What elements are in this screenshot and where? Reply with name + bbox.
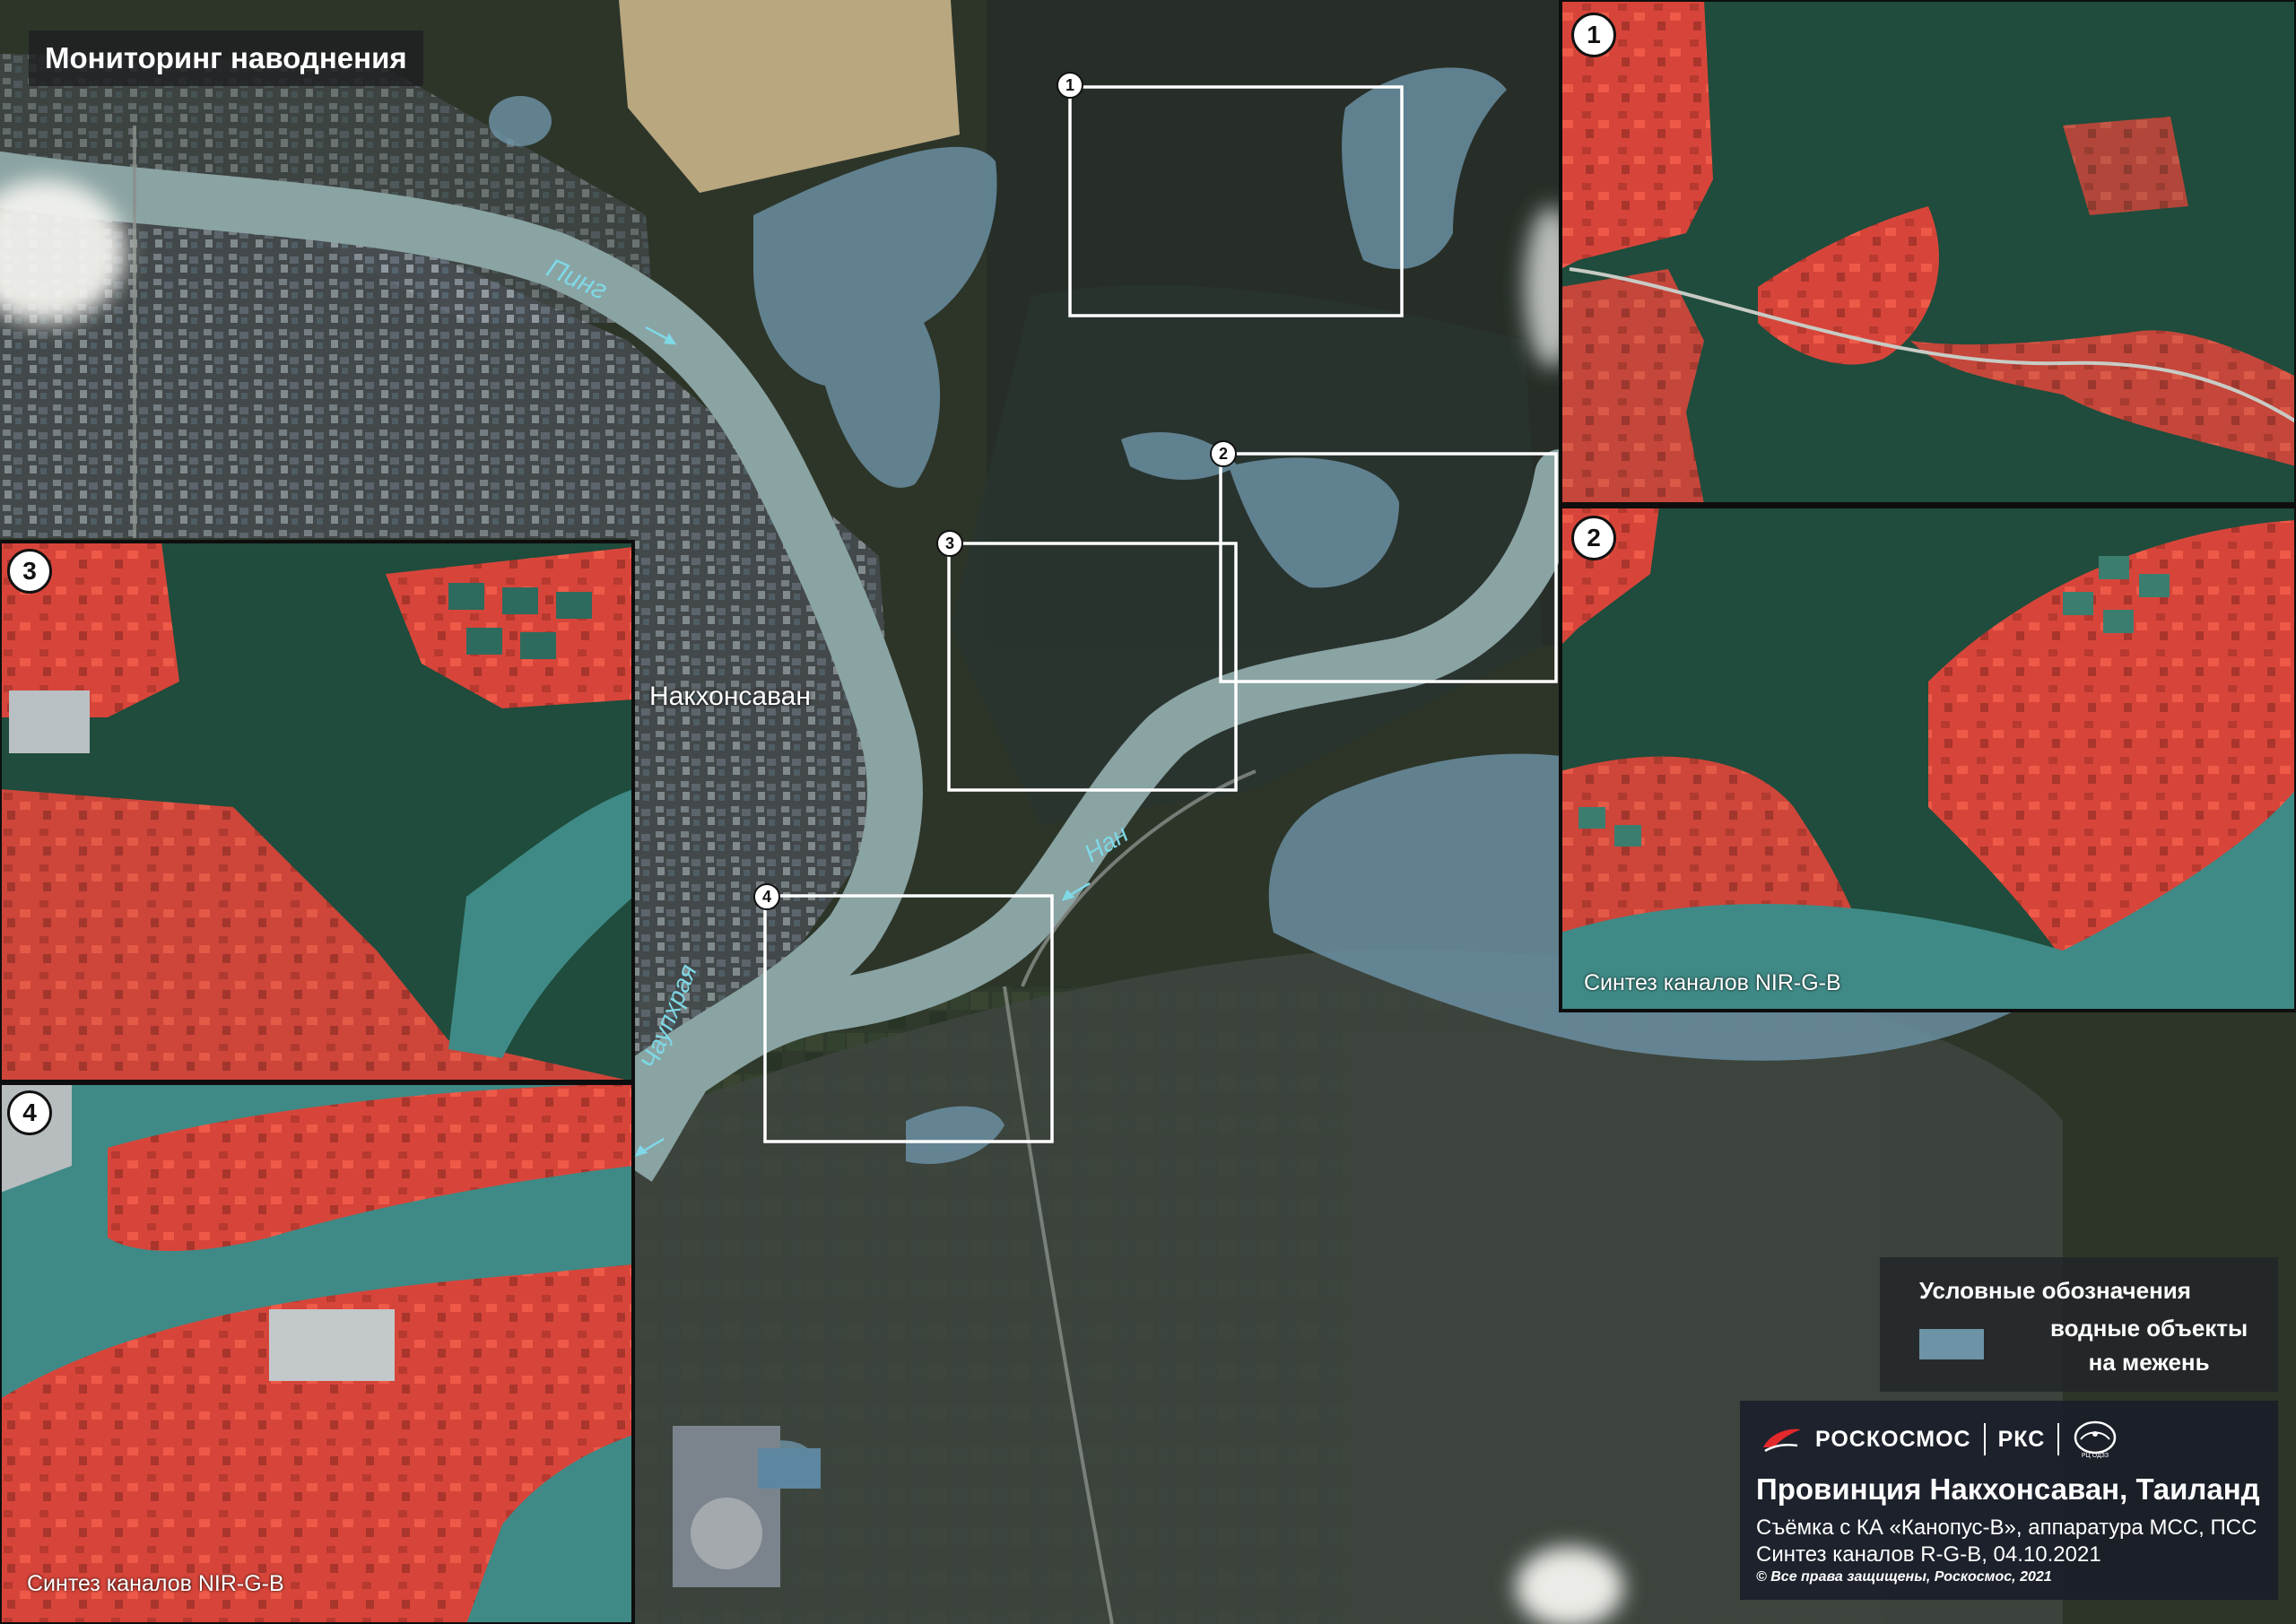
map-canvas: Мониторинг наводнения Накхонсаван Пинг Н…: [0, 0, 2296, 1624]
brand-roscosmos: РОСКОСМОС: [1815, 1426, 1971, 1452]
inset-1-number: 1: [1571, 13, 1616, 57]
frame-2-number: 2: [1210, 440, 1237, 467]
inset-4-number: 4: [7, 1090, 52, 1135]
brand-divider: [1983, 1423, 1986, 1455]
roscosmos-logo-icon: [1763, 1429, 1801, 1453]
brand-divider: [2057, 1423, 2060, 1455]
frame-4-number: 4: [753, 883, 780, 910]
inset-3-image: [0, 542, 633, 1081]
page-title: Мониторинг наводнения: [29, 30, 423, 86]
legend-title: Условные обозначения: [1919, 1277, 2191, 1304]
legend-item-label: водные объекты на межень: [2050, 1315, 2248, 1376]
inset-3-number: 3: [7, 549, 52, 594]
info-line-2: Синтез каналов R-G-B, 04.10.2021: [1756, 1542, 2101, 1567]
inset-4-caption: Синтез каналов NIR-G-B: [27, 1571, 284, 1596]
svg-text:РЦ ОДЗЗ: РЦ ОДЗЗ: [2082, 1453, 2109, 1459]
copyright: © Все права защищены, Роскосмос, 2021: [1756, 1569, 2052, 1585]
inset-2-number: 2: [1571, 516, 1616, 560]
inset-2-image: [1561, 507, 2296, 1011]
frame-1-number: 1: [1057, 72, 1083, 99]
brand-rks: РКС: [1997, 1426, 2046, 1452]
frame-3-number: 3: [936, 530, 963, 557]
info-title: Провинция Накхонсаван, Таиланд: [1756, 1472, 2260, 1506]
legend-swatch: [1919, 1329, 1984, 1359]
legend: Условные обозначения водные объекты на м…: [1880, 1257, 2278, 1392]
brand-row: РОСКОСМОС РКС РЦ ОДЗЗ: [1761, 1417, 2118, 1462]
inset-1-image: [1561, 0, 2296, 504]
info-line-1: Съёмка с КА «Канопус-В», аппаратура МСС,…: [1756, 1515, 2257, 1540]
info-panel: РОСКОСМОС РКС РЦ ОДЗЗ Провинция Накхонса…: [1740, 1401, 2278, 1600]
city-label: Накхонсаван: [649, 682, 811, 711]
inset-2-caption: Синтез каналов NIR-G-B: [1584, 970, 1841, 995]
emblem-icon: РЦ ОДЗЗ: [2074, 1420, 2117, 1459]
inset-4-image: [0, 1083, 633, 1624]
